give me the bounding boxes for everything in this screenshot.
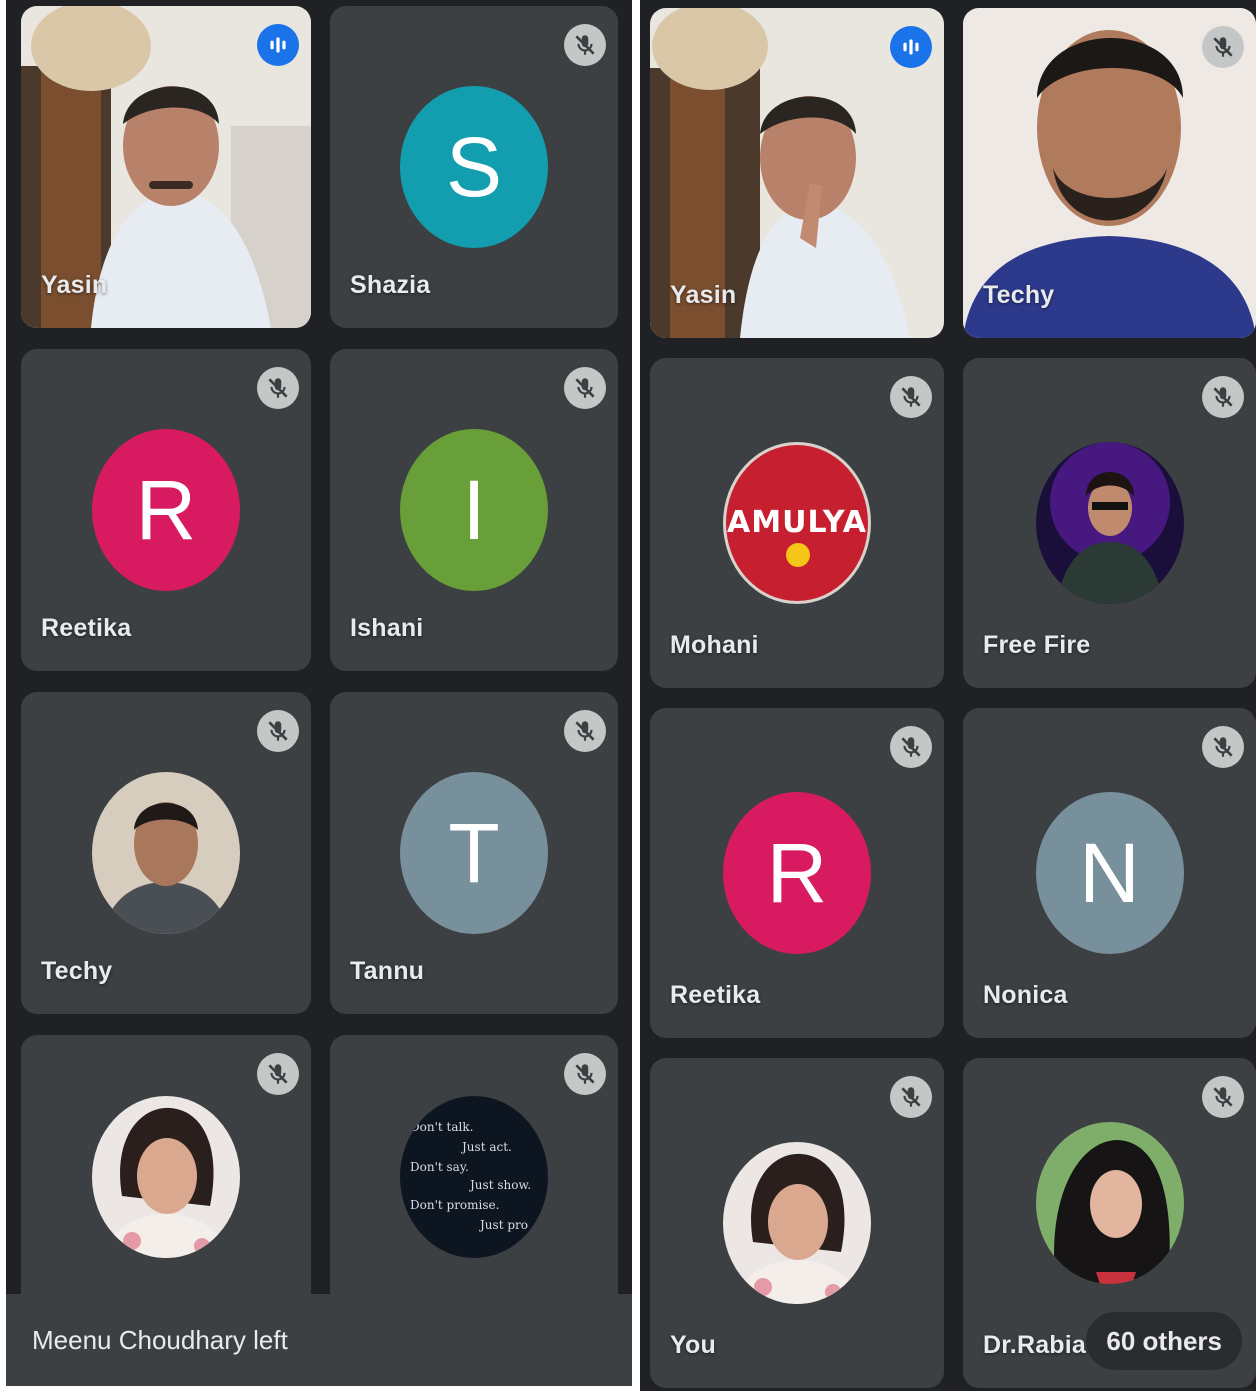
participant-name: Reetika — [41, 614, 132, 642]
participant-tile-techy[interactable]: Techy — [21, 692, 311, 1014]
mic-off-icon — [890, 726, 932, 768]
participant-name: Mohani — [670, 631, 759, 659]
mic-off-icon — [564, 367, 606, 409]
participant-name: Ishani — [350, 614, 424, 642]
audio-level-icon — [890, 26, 932, 68]
participant-name: Dr.Rabia — [983, 1331, 1087, 1359]
participant-tile-you[interactable]: You — [650, 1058, 944, 1388]
participant-tile-free-fire[interactable]: Free Fire — [963, 358, 1256, 688]
quote-line: Don't talk. — [410, 1119, 474, 1134]
meeting-grid-left: Yasin S Shazia R Reetika I Ishani Techy — [6, 0, 632, 1386]
avatar-photo — [1035, 1122, 1184, 1285]
avatar-initial: N — [1035, 792, 1184, 954]
avatar-initial: T — [400, 772, 548, 934]
participant-tile-shazia[interactable]: S Shazia — [330, 6, 618, 328]
participant-tile-nonica[interactable]: N Nonica — [963, 708, 1256, 1038]
avatar-photo — [92, 772, 240, 934]
quote-line: Just show. — [470, 1177, 532, 1192]
mic-off-icon — [564, 24, 606, 66]
participant-tile-ishani[interactable]: I Ishani — [330, 349, 618, 671]
participant-tile-reetika[interactable]: R Reetika — [650, 708, 944, 1038]
avatar-photo — [723, 1142, 871, 1304]
avatar-initial: R — [723, 792, 871, 954]
avatar-photo — [92, 1095, 240, 1258]
participant-tile-mohani[interactable]: AMULYA Mohani — [650, 358, 944, 688]
avatar-initial: R — [92, 429, 240, 591]
participant-name: You — [670, 1331, 716, 1359]
quote-line: Don't promise. — [410, 1197, 500, 1212]
mic-off-icon — [564, 710, 606, 752]
participant-name: Reetika — [670, 981, 761, 1009]
avatar-initial: I — [400, 429, 548, 591]
smiley-icon — [786, 543, 810, 567]
participant-tile-yasin[interactable]: Yasin — [650, 8, 944, 338]
quote-line: Just act. — [462, 1139, 512, 1154]
participant-tile-tannu[interactable]: T Tannu — [330, 692, 618, 1014]
avatar-photo-text: AMULYA — [727, 505, 867, 540]
participant-name: Techy — [41, 957, 113, 985]
participant-tile-dr-rabia[interactable]: Dr.Rabia 60 others — [963, 1058, 1256, 1388]
mic-off-icon — [1202, 1076, 1244, 1118]
meeting-grid-right: Yasin Techy AMULYA Mohani Free Fire R Re… — [640, 0, 1256, 1391]
others-count-button[interactable]: 60 others — [1086, 1312, 1242, 1370]
participant-name: Free Fire — [983, 631, 1091, 659]
avatar-photo: AMULYA — [723, 442, 871, 604]
participant-tile-reetika[interactable]: R Reetika — [21, 349, 311, 671]
participant-name: Yasin — [41, 271, 108, 299]
participant-name: Techy — [983, 281, 1055, 309]
avatar-photo-quote: Don't talk. Just act. Don't say. Just sh… — [400, 1095, 548, 1258]
participant-name: Yasin — [670, 281, 737, 309]
avatar-initial: S — [400, 86, 548, 248]
mic-off-icon — [564, 1053, 606, 1095]
participant-name: Nonica — [983, 981, 1068, 1009]
participant-name: Tannu — [350, 957, 425, 985]
participant-tile-yasin[interactable]: Yasin — [21, 6, 311, 328]
participant-name: Shazia — [350, 271, 431, 299]
audio-level-icon — [257, 24, 299, 66]
mic-off-icon — [257, 710, 299, 752]
mic-off-icon — [1202, 26, 1244, 68]
participant-tile-techy[interactable]: Techy — [963, 8, 1256, 338]
mic-off-icon — [890, 376, 932, 418]
mic-off-icon — [1202, 376, 1244, 418]
mic-off-icon — [890, 1076, 932, 1118]
mic-off-icon — [1202, 726, 1244, 768]
mic-off-icon — [257, 367, 299, 409]
quote-line: Just pro — [480, 1217, 528, 1232]
mic-off-icon — [257, 1053, 299, 1095]
quote-line: Don't say. — [410, 1159, 469, 1174]
participant-left-toast: Meenu Choudhary left — [6, 1294, 632, 1386]
avatar-photo — [1035, 442, 1184, 604]
